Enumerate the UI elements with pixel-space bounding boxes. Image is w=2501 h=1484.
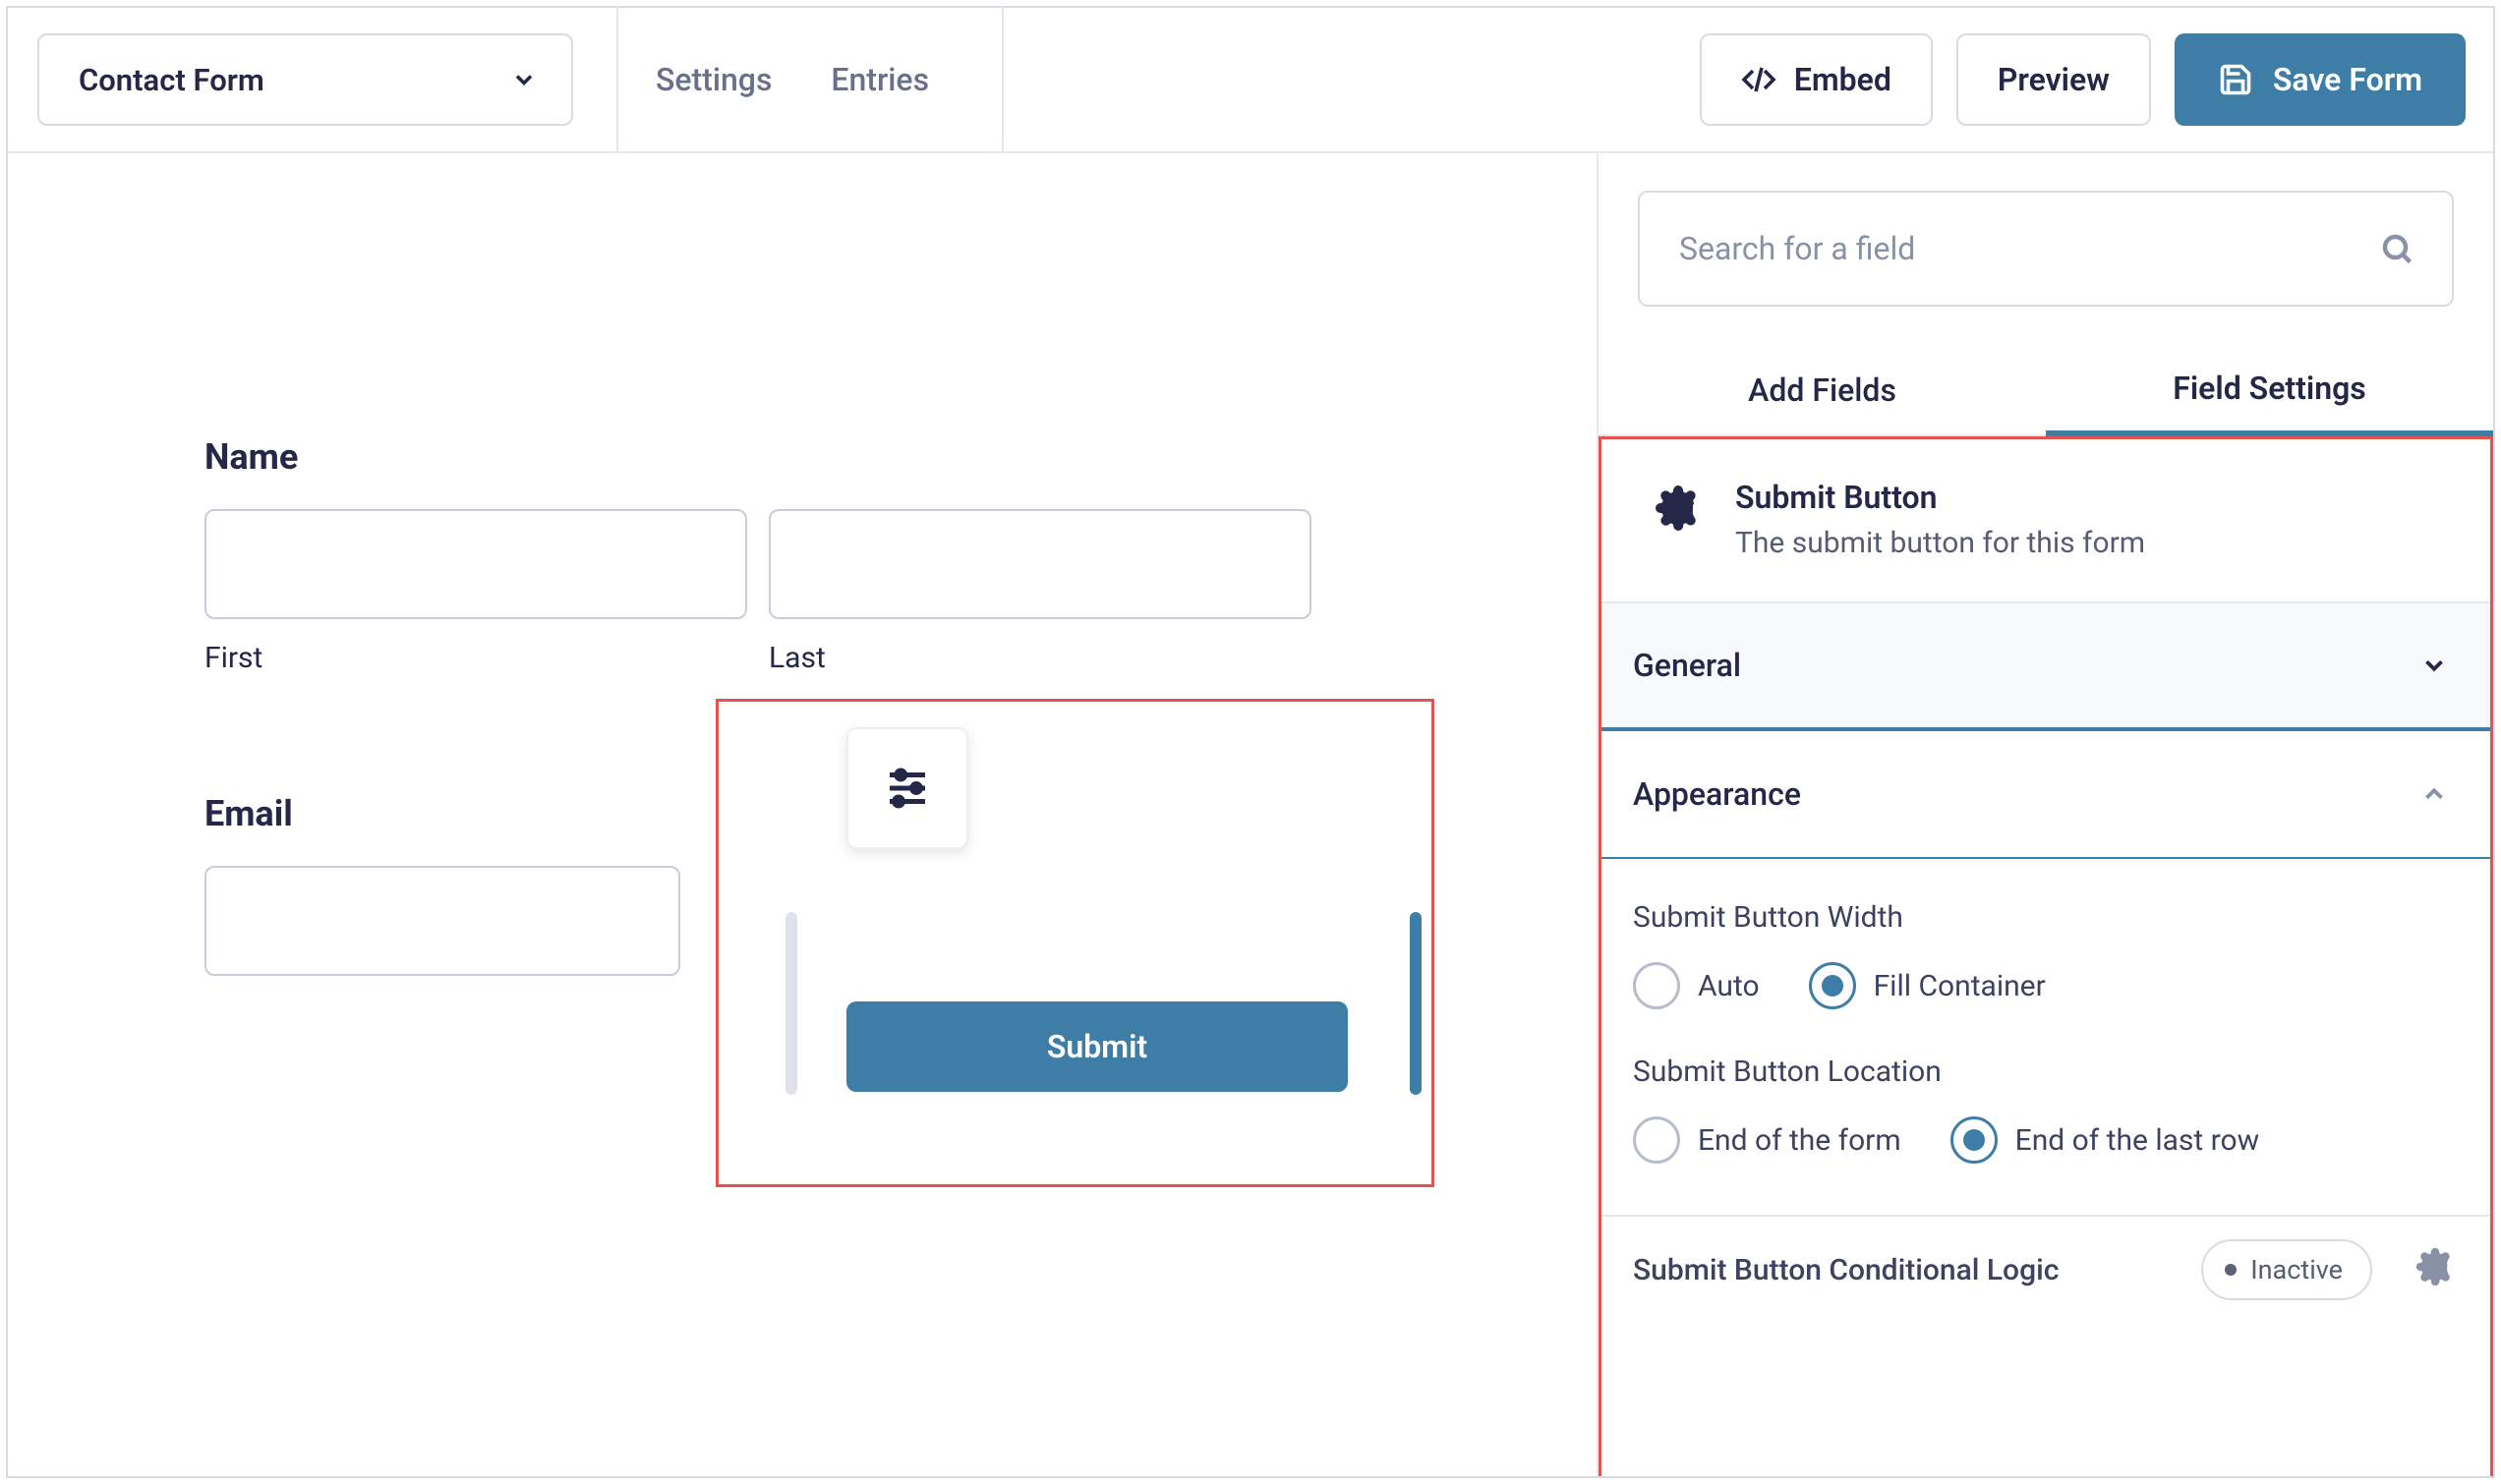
embed-button[interactable]: Embed — [1700, 33, 1933, 126]
radio-loc-end-form[interactable]: End of the form — [1633, 1116, 1901, 1164]
radio-label: End of the form — [1698, 1123, 1901, 1158]
accordion-appearance-label: Appearance — [1633, 775, 1801, 813]
chevron-down-icon — [2419, 651, 2449, 680]
resize-handle-right[interactable] — [1410, 912, 1422, 1095]
radio-label: End of the last row — [2015, 1123, 2260, 1158]
appearance-section: Submit Button Width Auto Fill Container … — [1601, 859, 2490, 1217]
name-field-label: Name — [204, 436, 1311, 478]
field-settings-header: Submit Button The submit button for this… — [1601, 439, 2490, 603]
form-selector-dropdown[interactable]: Contact Form — [37, 33, 573, 126]
email-input[interactable] — [204, 866, 680, 976]
fs-title: Submit Button — [1735, 479, 2145, 516]
radio-label: Fill Container — [1874, 969, 2046, 1003]
accordion-general-label: General — [1633, 647, 1741, 684]
embed-label: Embed — [1794, 61, 1891, 98]
clogic-state-text: Inactive — [2250, 1254, 2343, 1285]
clogic-label: Submit Button Conditional Logic — [1633, 1253, 2059, 1287]
submit-button[interactable]: Submit — [846, 1001, 1348, 1092]
nav: Settings Entries — [626, 7, 959, 152]
radio-width-auto[interactable]: Auto — [1633, 962, 1760, 1009]
tab-add-fields[interactable]: Add Fields — [1599, 346, 2046, 436]
last-name-sublabel: Last — [769, 641, 1311, 675]
search-icon — [2379, 231, 2414, 266]
fs-subtitle: The submit button for this form — [1735, 526, 2145, 560]
gear-icon — [2415, 1247, 2455, 1286]
tab-field-settings[interactable]: Field Settings — [2046, 346, 2493, 436]
last-name-input[interactable] — [769, 509, 1311, 619]
first-name-wrap: First — [204, 509, 747, 675]
conditional-logic-row: Submit Button Conditional Logic Inactive — [1601, 1217, 2490, 1323]
first-name-input[interactable] — [204, 509, 747, 619]
width-label: Submit Button Width — [1633, 900, 2459, 935]
search-placeholder: Search for a field — [1679, 230, 1915, 267]
nav-settings[interactable]: Settings — [626, 7, 801, 152]
resize-handle-left[interactable] — [785, 912, 797, 1095]
last-name-wrap: Last — [769, 509, 1311, 675]
gear-icon — [1655, 485, 1702, 532]
widget-settings-handle[interactable] — [846, 727, 968, 849]
radio-icon — [1950, 1116, 1998, 1164]
form-canvas[interactable]: Name First Last Email — [8, 153, 1597, 1476]
field-settings-panel: Submit Button The submit button for this… — [1599, 436, 2493, 1476]
clogic-state-pill[interactable]: Inactive — [2201, 1239, 2372, 1300]
code-icon — [1741, 62, 1776, 97]
submit-widget-selected[interactable]: Submit — [716, 699, 1434, 1187]
nav-entries[interactable]: Entries — [801, 7, 959, 152]
radio-width-fill[interactable]: Fill Container — [1809, 962, 2046, 1009]
accordion-appearance[interactable]: Appearance — [1601, 731, 2490, 859]
divider — [1002, 7, 1004, 152]
preview-label: Preview — [1998, 61, 2110, 98]
sidebar: Search for a field Add Fields Field Sett… — [1597, 153, 2493, 1476]
clogic-settings-button[interactable] — [2415, 1247, 2455, 1293]
accordion-general[interactable]: General — [1601, 603, 2490, 731]
radio-icon — [1633, 962, 1680, 1009]
sidebar-tabs: Add Fields Field Settings — [1599, 346, 2493, 436]
chevron-down-icon — [510, 66, 538, 93]
chevron-up-icon — [2419, 779, 2449, 809]
form-selector-label: Contact Form — [79, 62, 264, 98]
first-name-sublabel: First — [204, 641, 747, 675]
radio-loc-end-row[interactable]: End of the last row — [1950, 1116, 2260, 1164]
divider — [616, 7, 618, 152]
radio-label: Auto — [1698, 969, 1760, 1003]
location-label: Submit Button Location — [1633, 1055, 2459, 1089]
radio-icon — [1809, 962, 1856, 1009]
search-input[interactable]: Search for a field — [1638, 191, 2454, 307]
status-dot-icon — [2225, 1264, 2237, 1276]
save-icon — [2218, 62, 2253, 97]
preview-button[interactable]: Preview — [1956, 33, 2151, 126]
save-label: Save Form — [2273, 61, 2422, 98]
save-form-button[interactable]: Save Form — [2175, 33, 2466, 126]
radio-icon — [1633, 1116, 1680, 1164]
sliders-icon — [881, 762, 934, 815]
topbar: Contact Form Settings Entries Embed Prev… — [8, 8, 2493, 153]
